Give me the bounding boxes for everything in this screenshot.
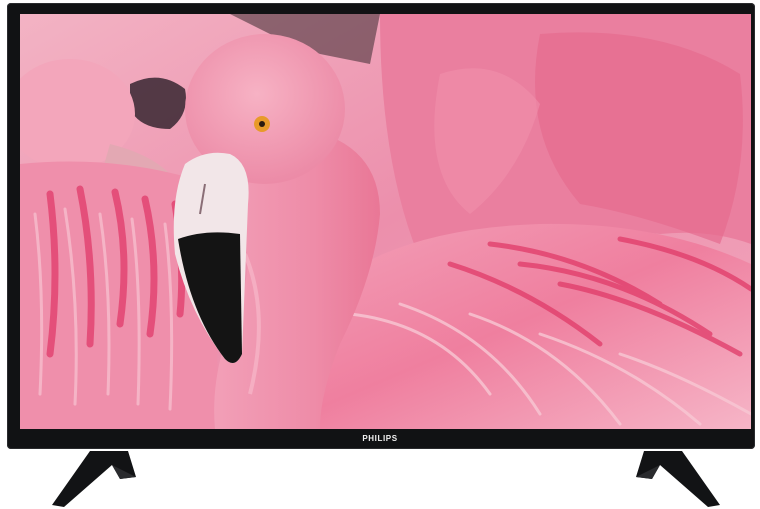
right-stand-leg — [630, 449, 722, 509]
tv-screen — [20, 14, 751, 429]
television: PHILIPS — [0, 0, 760, 508]
left-stand-leg — [50, 449, 142, 509]
brand-logo: PHILIPS — [362, 434, 398, 443]
flamingo-icon — [20, 14, 751, 429]
